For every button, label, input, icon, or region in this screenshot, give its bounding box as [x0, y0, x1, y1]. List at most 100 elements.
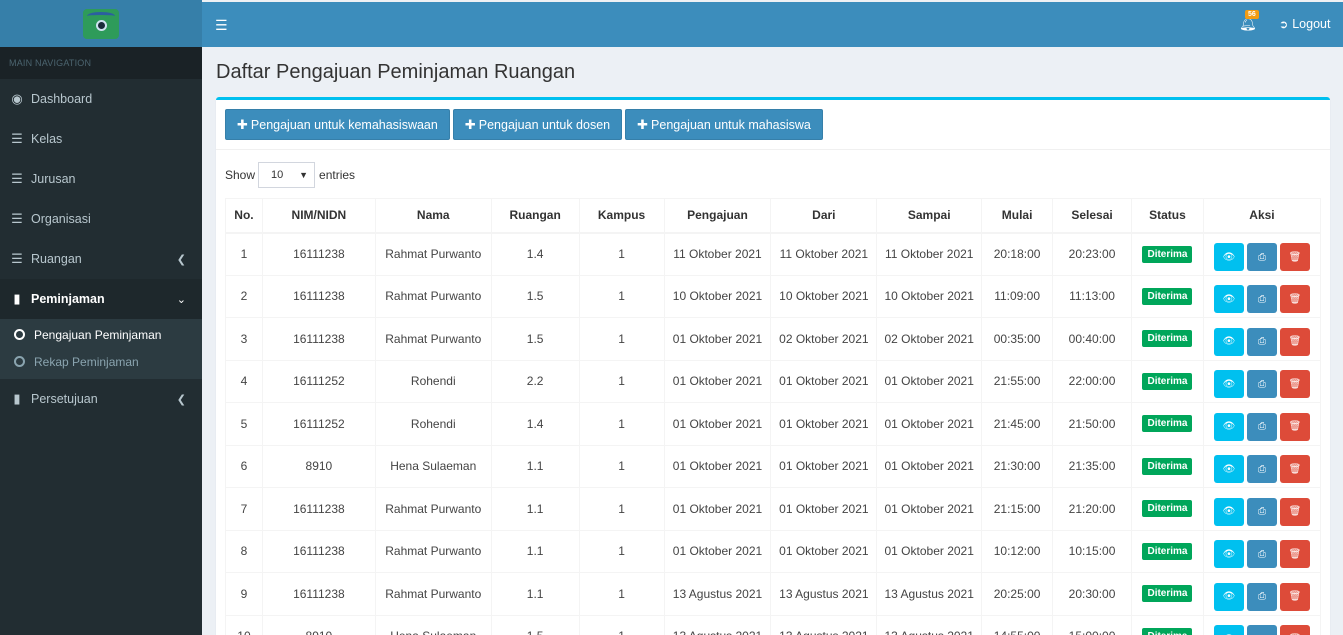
cell-nama: Rahmat Purwanto — [374, 317, 492, 361]
cell-no: 2 — [225, 274, 263, 318]
view-button[interactable]: 👁︎ — [1213, 370, 1244, 399]
delete-button[interactable]: 🗑︎ — [1279, 243, 1310, 271]
sidebar-item-peminjaman[interactable]: ▮ Peminjaman ⌄ — [0, 279, 202, 319]
cell-ruangan: 1.4 — [490, 402, 580, 446]
sidebar-item-organisasi[interactable]: ☰ Organisasi — [0, 199, 202, 239]
delete-button[interactable]: 🗑︎ — [1279, 540, 1310, 569]
delete-button[interactable]: 🗑︎ — [1279, 285, 1310, 314]
submenu-item-label: Rekap Peminjaman — [34, 354, 139, 369]
view-button[interactable]: 👁︎ — [1213, 497, 1244, 526]
logo-bar[interactable] — [0, 0, 202, 47]
submenu-item-rekap-peminjaman[interactable]: Rekap Peminjaman — [0, 348, 202, 375]
print-button[interactable]: ⎙ — [1246, 455, 1277, 484]
cell-nama: Hena Sulaeman — [374, 444, 492, 488]
cell-dari: 10 Oktober 2021 — [770, 274, 878, 318]
trash-icon: 🗑︎ — [1288, 548, 1302, 560]
column-header[interactable]: Selesai — [1052, 198, 1132, 234]
cell-nim: 16111238 — [261, 529, 376, 573]
entries-select[interactable]: 10 ▼ — [258, 162, 316, 188]
cell-no: 4 — [225, 359, 263, 403]
print-button[interactable]: ⎙ — [1246, 412, 1277, 441]
cell-nim: 16111238 — [261, 317, 376, 361]
column-header[interactable]: NIM/NIDN — [261, 198, 376, 234]
cell-nama: Rohendi — [374, 359, 492, 403]
column-header[interactable]: Nama — [374, 198, 492, 234]
view-button[interactable]: 👁︎ — [1213, 625, 1244, 635]
delete-button[interactable]: 🗑︎ — [1279, 327, 1310, 356]
delete-button[interactable]: 🗑︎ — [1279, 412, 1310, 441]
column-header[interactable]: Kampus — [578, 198, 665, 234]
view-button[interactable]: 👁︎ — [1213, 412, 1244, 441]
app-logo — [83, 8, 119, 39]
sidebar-item-jurusan[interactable]: ☰ Jurusan — [0, 159, 202, 199]
table-row: 5 16111252 Rohendi 1.4 1 01 Oktober 2021 01 Ok… — [225, 402, 1322, 446]
table-row: 1 16111238 Rahmat Purwanto 1.4 1 11 Oktober 2… — [225, 232, 1322, 276]
book-icon: ▮ — [13, 391, 21, 406]
sidebar-toggle-icon[interactable]: ☰ — [215, 17, 228, 34]
column-header[interactable]: Sampai — [876, 198, 983, 234]
column-header[interactable]: Status — [1131, 198, 1204, 234]
column-header[interactable]: Dari — [770, 198, 878, 234]
print-button[interactable]: ⎙ — [1246, 497, 1277, 526]
list-icon: ☰ — [11, 251, 23, 266]
cell-pengajuan: 10 Oktober 2021 — [663, 274, 772, 318]
cell-status: Diterima — [1131, 232, 1204, 276]
view-button[interactable]: 👁︎ — [1213, 327, 1244, 356]
list-icon: ☰ — [11, 211, 23, 226]
cell-status: Diterima — [1131, 274, 1204, 318]
eye-icon: 👁︎ — [1222, 421, 1236, 433]
view-button[interactable]: 👁︎ — [1213, 243, 1244, 271]
column-header[interactable]: Pengajuan — [663, 198, 772, 234]
add-mahasiswa-button[interactable]: ✚ Pengajuan untuk mahasiswa — [625, 109, 823, 140]
cell-ruangan: 1.5 — [490, 614, 580, 635]
print-button[interactable]: ⎙ — [1246, 582, 1277, 611]
column-header[interactable]: No. — [225, 198, 263, 234]
cell-pengajuan: 01 Oktober 2021 — [663, 317, 772, 361]
add-kemahasiswaan-button[interactable]: ✚ Pengajuan untuk kemahasiswaan — [225, 109, 450, 140]
delete-button[interactable]: 🗑︎ — [1279, 625, 1310, 635]
cell-selesai: 21:35:00 — [1052, 444, 1132, 488]
cell-selesai: 20:23:00 — [1052, 232, 1132, 276]
trash-icon: 🗑︎ — [1288, 506, 1302, 518]
print-button[interactable]: ⎙ — [1246, 327, 1277, 356]
delete-button[interactable]: 🗑︎ — [1279, 370, 1310, 399]
cell-selesai: 22:00:00 — [1052, 359, 1132, 403]
cell-nim: 16111252 — [261, 402, 376, 446]
print-icon: ⎙ — [1257, 251, 1266, 263]
trash-icon: 🗑︎ — [1288, 463, 1302, 475]
column-header[interactable]: Ruangan — [490, 198, 580, 234]
add-dosen-button[interactable]: ✚ Pengajuan untuk dosen — [452, 109, 623, 140]
column-header[interactable]: Mulai — [981, 198, 1054, 234]
eye-icon: 👁︎ — [1222, 506, 1236, 518]
cell-kampus: 1 — [578, 317, 665, 361]
print-button[interactable]: ⎙ — [1246, 370, 1277, 399]
print-button[interactable]: ⎙ — [1246, 285, 1277, 314]
view-button[interactable]: 👁︎ — [1213, 285, 1244, 314]
row-actions: 👁︎ ⎙ 🗑︎ — [1204, 279, 1320, 314]
sidebar-item-label: Peminjaman — [31, 292, 105, 306]
print-button[interactable]: ⎙ — [1246, 243, 1277, 271]
print-button[interactable]: ⎙ — [1246, 625, 1277, 635]
cell-kampus: 1 — [578, 232, 665, 276]
delete-button[interactable]: 🗑︎ — [1279, 497, 1310, 526]
cell-pengajuan: 01 Oktober 2021 — [663, 359, 772, 403]
delete-button[interactable]: 🗑︎ — [1279, 455, 1310, 484]
sidebar-item-persetujuan[interactable]: ▮ Persetujuan ❮ — [0, 379, 202, 419]
cell-pengajuan: 01 Oktober 2021 — [663, 529, 772, 573]
cell-nama: Rahmat Purwanto — [374, 572, 492, 616]
view-button[interactable]: 👁︎ — [1213, 455, 1244, 484]
circle-icon — [14, 356, 25, 367]
view-button[interactable]: 👁︎ — [1213, 582, 1244, 611]
circle-icon — [14, 329, 25, 340]
submenu-item-pengajuan-peminjaman[interactable]: Pengajuan Peminjaman — [0, 321, 202, 348]
sidebar-item-kelas[interactable]: ☰ Kelas — [0, 119, 202, 159]
delete-button[interactable]: 🗑︎ — [1279, 582, 1310, 611]
cell-nim: 16111238 — [261, 487, 376, 531]
view-button[interactable]: 👁︎ — [1213, 540, 1244, 569]
sidebar-item-ruangan[interactable]: ☰ Ruangan ❮ — [0, 239, 202, 279]
print-button[interactable]: ⎙ — [1246, 540, 1277, 569]
logout-button[interactable]: ➲ Logout — [1279, 17, 1330, 31]
eye-icon: 👁︎ — [1222, 293, 1236, 305]
sidebar-item-dashboard[interactable]: ◉ Dashboard — [0, 79, 202, 119]
cell-nim: 16111238 — [261, 572, 376, 616]
